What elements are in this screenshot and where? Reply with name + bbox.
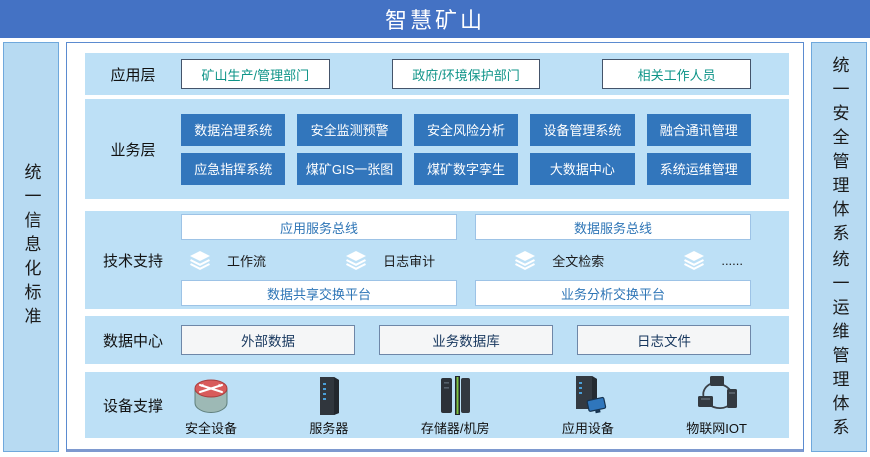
device-label: 物联网IOT <box>686 418 747 437</box>
business-system: 大数据中心 <box>530 153 634 185</box>
layer-row-application: 应用层 矿山生产/管理部门 政府/环境保护部门 相关工作人员 <box>85 53 789 95</box>
middleware-service: 工作流 <box>189 250 266 270</box>
layers-icon <box>683 250 705 270</box>
layer-row-data-center: 数据中心 外部数据 业务数据库 日志文件 <box>85 316 789 364</box>
left-pillar-unified-informatization-standard: 统一信息化标准 <box>3 42 59 452</box>
middleware-services-row: 工作流 日志审计 全文检索 <box>181 248 751 272</box>
storage-rack-icon <box>436 374 474 416</box>
main-panel: 应用层 矿山生产/管理部门 政府/环境保护部门 相关工作人员 业务层 数据治理系… <box>66 42 804 452</box>
right-pillar-unified-management-systems: 统一安全管理体系 统一运维管理体系 <box>811 42 867 452</box>
middleware-service-label: 日志审计 <box>383 251 435 270</box>
device: 应用设备 <box>562 374 614 437</box>
layer-row-tech-support: 技术支持 应用服务总线 数据服务总线 工作流 <box>85 211 789 309</box>
device-support-label: 设备支撑 <box>85 395 181 416</box>
right-pillar-security-label: 统一安全管理体系 <box>831 56 848 248</box>
business-system: 应急指挥系统 <box>181 153 285 185</box>
data-store: 外部数据 <box>181 325 355 355</box>
right-pillar-operations-label: 统一运维管理体系 <box>831 250 848 442</box>
application-item: 政府/环境保护部门 <box>392 59 541 89</box>
tech-support-items: 应用服务总线 数据服务总线 工作流 <box>181 214 751 306</box>
middleware-service-label: 工作流 <box>227 251 266 270</box>
middleware-service-label: ...... <box>721 253 743 268</box>
device-label: 安全设备 <box>185 418 237 437</box>
middleware-service-label: 全文检索 <box>552 251 604 270</box>
server-icon <box>312 374 346 416</box>
device-support-items: 安全设备 <box>181 374 751 437</box>
service-bus: 数据服务总线 <box>475 214 751 240</box>
left-pillar-label: 统一信息化标准 <box>23 163 40 331</box>
device-label: 服务器 <box>309 418 348 437</box>
business-layer-items: 数据治理系统 安全监测预警 安全风险分析 设备管理系统 融合通讯管理 应急指挥系… <box>181 114 751 185</box>
iot-network-icon <box>694 374 740 416</box>
application-item: 相关工作人员 <box>602 59 751 89</box>
business-system: 系统运维管理 <box>647 153 751 185</box>
layers-icon <box>189 250 211 270</box>
device: 安全设备 <box>185 374 237 437</box>
device-label: 应用设备 <box>562 418 614 437</box>
business-system: 融合通讯管理 <box>647 114 751 146</box>
business-layer-label: 业务层 <box>85 139 181 160</box>
middleware-service: 全文检索 <box>514 250 604 270</box>
business-system: 煤矿数字孪生 <box>414 153 518 185</box>
data-center-label: 数据中心 <box>85 330 181 351</box>
device: 存储器/机房 <box>421 374 490 437</box>
device-label: 存储器/机房 <box>421 418 490 437</box>
middleware-service: 日志审计 <box>345 250 435 270</box>
exchange-platform: 业务分析交换平台 <box>475 280 751 306</box>
business-system: 数据治理系统 <box>181 114 285 146</box>
layer-row-device-support: 设备支撑 <box>85 372 789 438</box>
data-center-items: 外部数据 业务数据库 日志文件 <box>181 325 751 355</box>
business-system: 安全监测预警 <box>297 114 401 146</box>
exchange-platform-row: 数据共享交换平台 业务分析交换平台 <box>181 280 751 306</box>
business-system: 设备管理系统 <box>530 114 634 146</box>
tech-support-label: 技术支持 <box>85 250 181 271</box>
firewall-icon <box>188 374 234 416</box>
application-layer-label: 应用层 <box>85 64 181 85</box>
service-bus: 应用服务总线 <box>181 214 457 240</box>
device: 服务器 <box>309 374 348 437</box>
application-layer-items: 矿山生产/管理部门 政府/环境保护部门 相关工作人员 <box>181 59 751 89</box>
application-item: 矿山生产/管理部门 <box>181 59 330 89</box>
exchange-platform: 数据共享交换平台 <box>181 280 457 306</box>
business-system: 煤矿GIS一张图 <box>297 153 401 185</box>
smart-mine-architecture-diagram: 智慧矿山 统一信息化标准 应用层 矿山生产/管理部门 政府/环境保护部门 相关工… <box>0 0 870 457</box>
layer-row-business: 业务层 数据治理系统 安全监测预警 安全风险分析 设备管理系统 融合通讯管理 应… <box>85 99 789 199</box>
layers-icon <box>345 250 367 270</box>
workstation-icon <box>568 374 608 416</box>
business-system: 安全风险分析 <box>414 114 518 146</box>
layers-icon <box>514 250 536 270</box>
device: 物联网IOT <box>686 374 747 437</box>
data-store: 日志文件 <box>577 325 751 355</box>
service-bus-row: 应用服务总线 数据服务总线 <box>181 214 751 240</box>
data-store: 业务数据库 <box>379 325 553 355</box>
middleware-service: ...... <box>683 250 743 270</box>
diagram-title: 智慧矿山 <box>0 0 870 38</box>
diagram-body: 统一信息化标准 应用层 矿山生产/管理部门 政府/环境保护部门 相关工作人员 业… <box>0 38 870 457</box>
